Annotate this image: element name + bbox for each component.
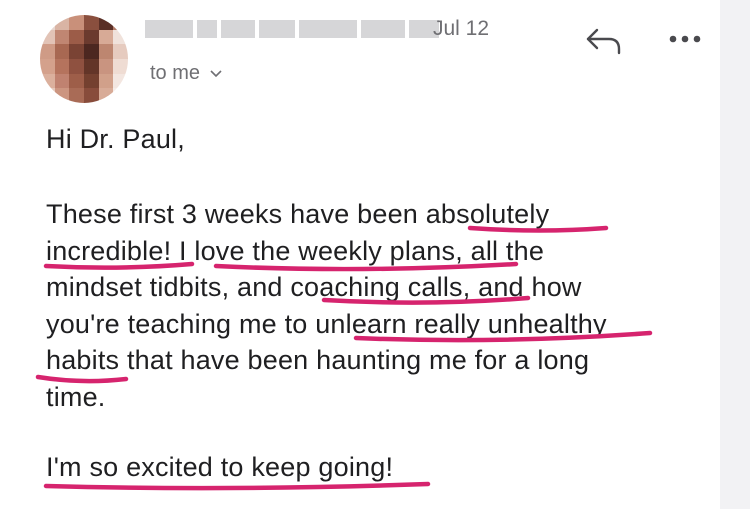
message-line: These first 3 weeks have been absolutely <box>46 199 550 229</box>
avatar-pixel <box>84 44 99 59</box>
avatar-pixel <box>40 88 55 103</box>
message-closing: I'm so excited to keep going! <box>46 452 394 482</box>
avatar-pixel <box>69 73 84 89</box>
more-horizontal-icon[interactable] <box>668 34 702 44</box>
avatar-pixel <box>54 73 70 89</box>
sender-avatar[interactable] <box>40 15 128 103</box>
avatar-pixel <box>40 29 55 45</box>
avatar-pixel <box>113 88 128 103</box>
avatar-pixel <box>84 15 99 30</box>
reply-icon[interactable] <box>585 24 623 56</box>
avatar-pixel <box>40 59 55 74</box>
avatar-pixel <box>113 44 128 59</box>
avatar-pixel <box>98 73 114 89</box>
avatar-pixel <box>40 44 55 59</box>
avatar-pixel <box>98 59 114 74</box>
recipient-dropdown[interactable]: to me <box>150 62 222 85</box>
message-paragraph: These first 3 weeks have been absolutely… <box>46 196 607 415</box>
sender-name-redacted <box>145 20 439 38</box>
avatar-pixel <box>98 15 114 30</box>
avatar-pixel <box>40 15 55 30</box>
avatar-pixel <box>84 88 99 103</box>
avatar-pixel <box>98 29 114 45</box>
avatar-pixel <box>69 88 84 103</box>
message-date: Jul 12 <box>433 17 490 40</box>
avatar-pixel <box>69 59 84 74</box>
message-greeting: Hi Dr. Paul, <box>46 124 185 154</box>
avatar-pixel <box>113 59 128 74</box>
avatar-pixel <box>54 88 70 103</box>
message-line: you're teaching me to unlearn really unh… <box>46 308 607 339</box>
chevron-down-icon <box>210 69 222 77</box>
avatar-pixel <box>54 29 70 45</box>
avatar-pixel <box>113 15 128 30</box>
avatar-pixel <box>69 29 84 45</box>
underline-closing <box>43 481 431 491</box>
avatar-pixel <box>54 59 70 74</box>
avatar-pixel <box>54 15 70 30</box>
avatar-pixel <box>54 44 70 59</box>
avatar-pixel <box>113 73 128 89</box>
avatar-pixels <box>40 15 128 103</box>
email-view: Jul 12 to me Hi Dr. Paul, These first 3 … <box>0 0 750 509</box>
message-line: time. <box>46 381 106 412</box>
avatar-pixel <box>84 73 99 89</box>
avatar-pixel <box>69 44 84 59</box>
message-line: habits that have been haunting me for a … <box>46 345 590 375</box>
side-gutter <box>720 0 750 509</box>
avatar-pixel <box>84 59 99 74</box>
message-line: mindset tidbits, and coaching calls, and… <box>46 272 582 302</box>
recipient-label: to me <box>150 62 201 84</box>
avatar-pixel <box>40 73 55 89</box>
avatar-pixel <box>69 15 84 30</box>
avatar-pixel <box>84 29 99 45</box>
avatar-pixel <box>98 88 114 103</box>
avatar-pixel <box>98 44 114 59</box>
message-line: incredible! I love the weekly plans, all… <box>46 235 545 266</box>
avatar-pixel <box>113 29 128 45</box>
